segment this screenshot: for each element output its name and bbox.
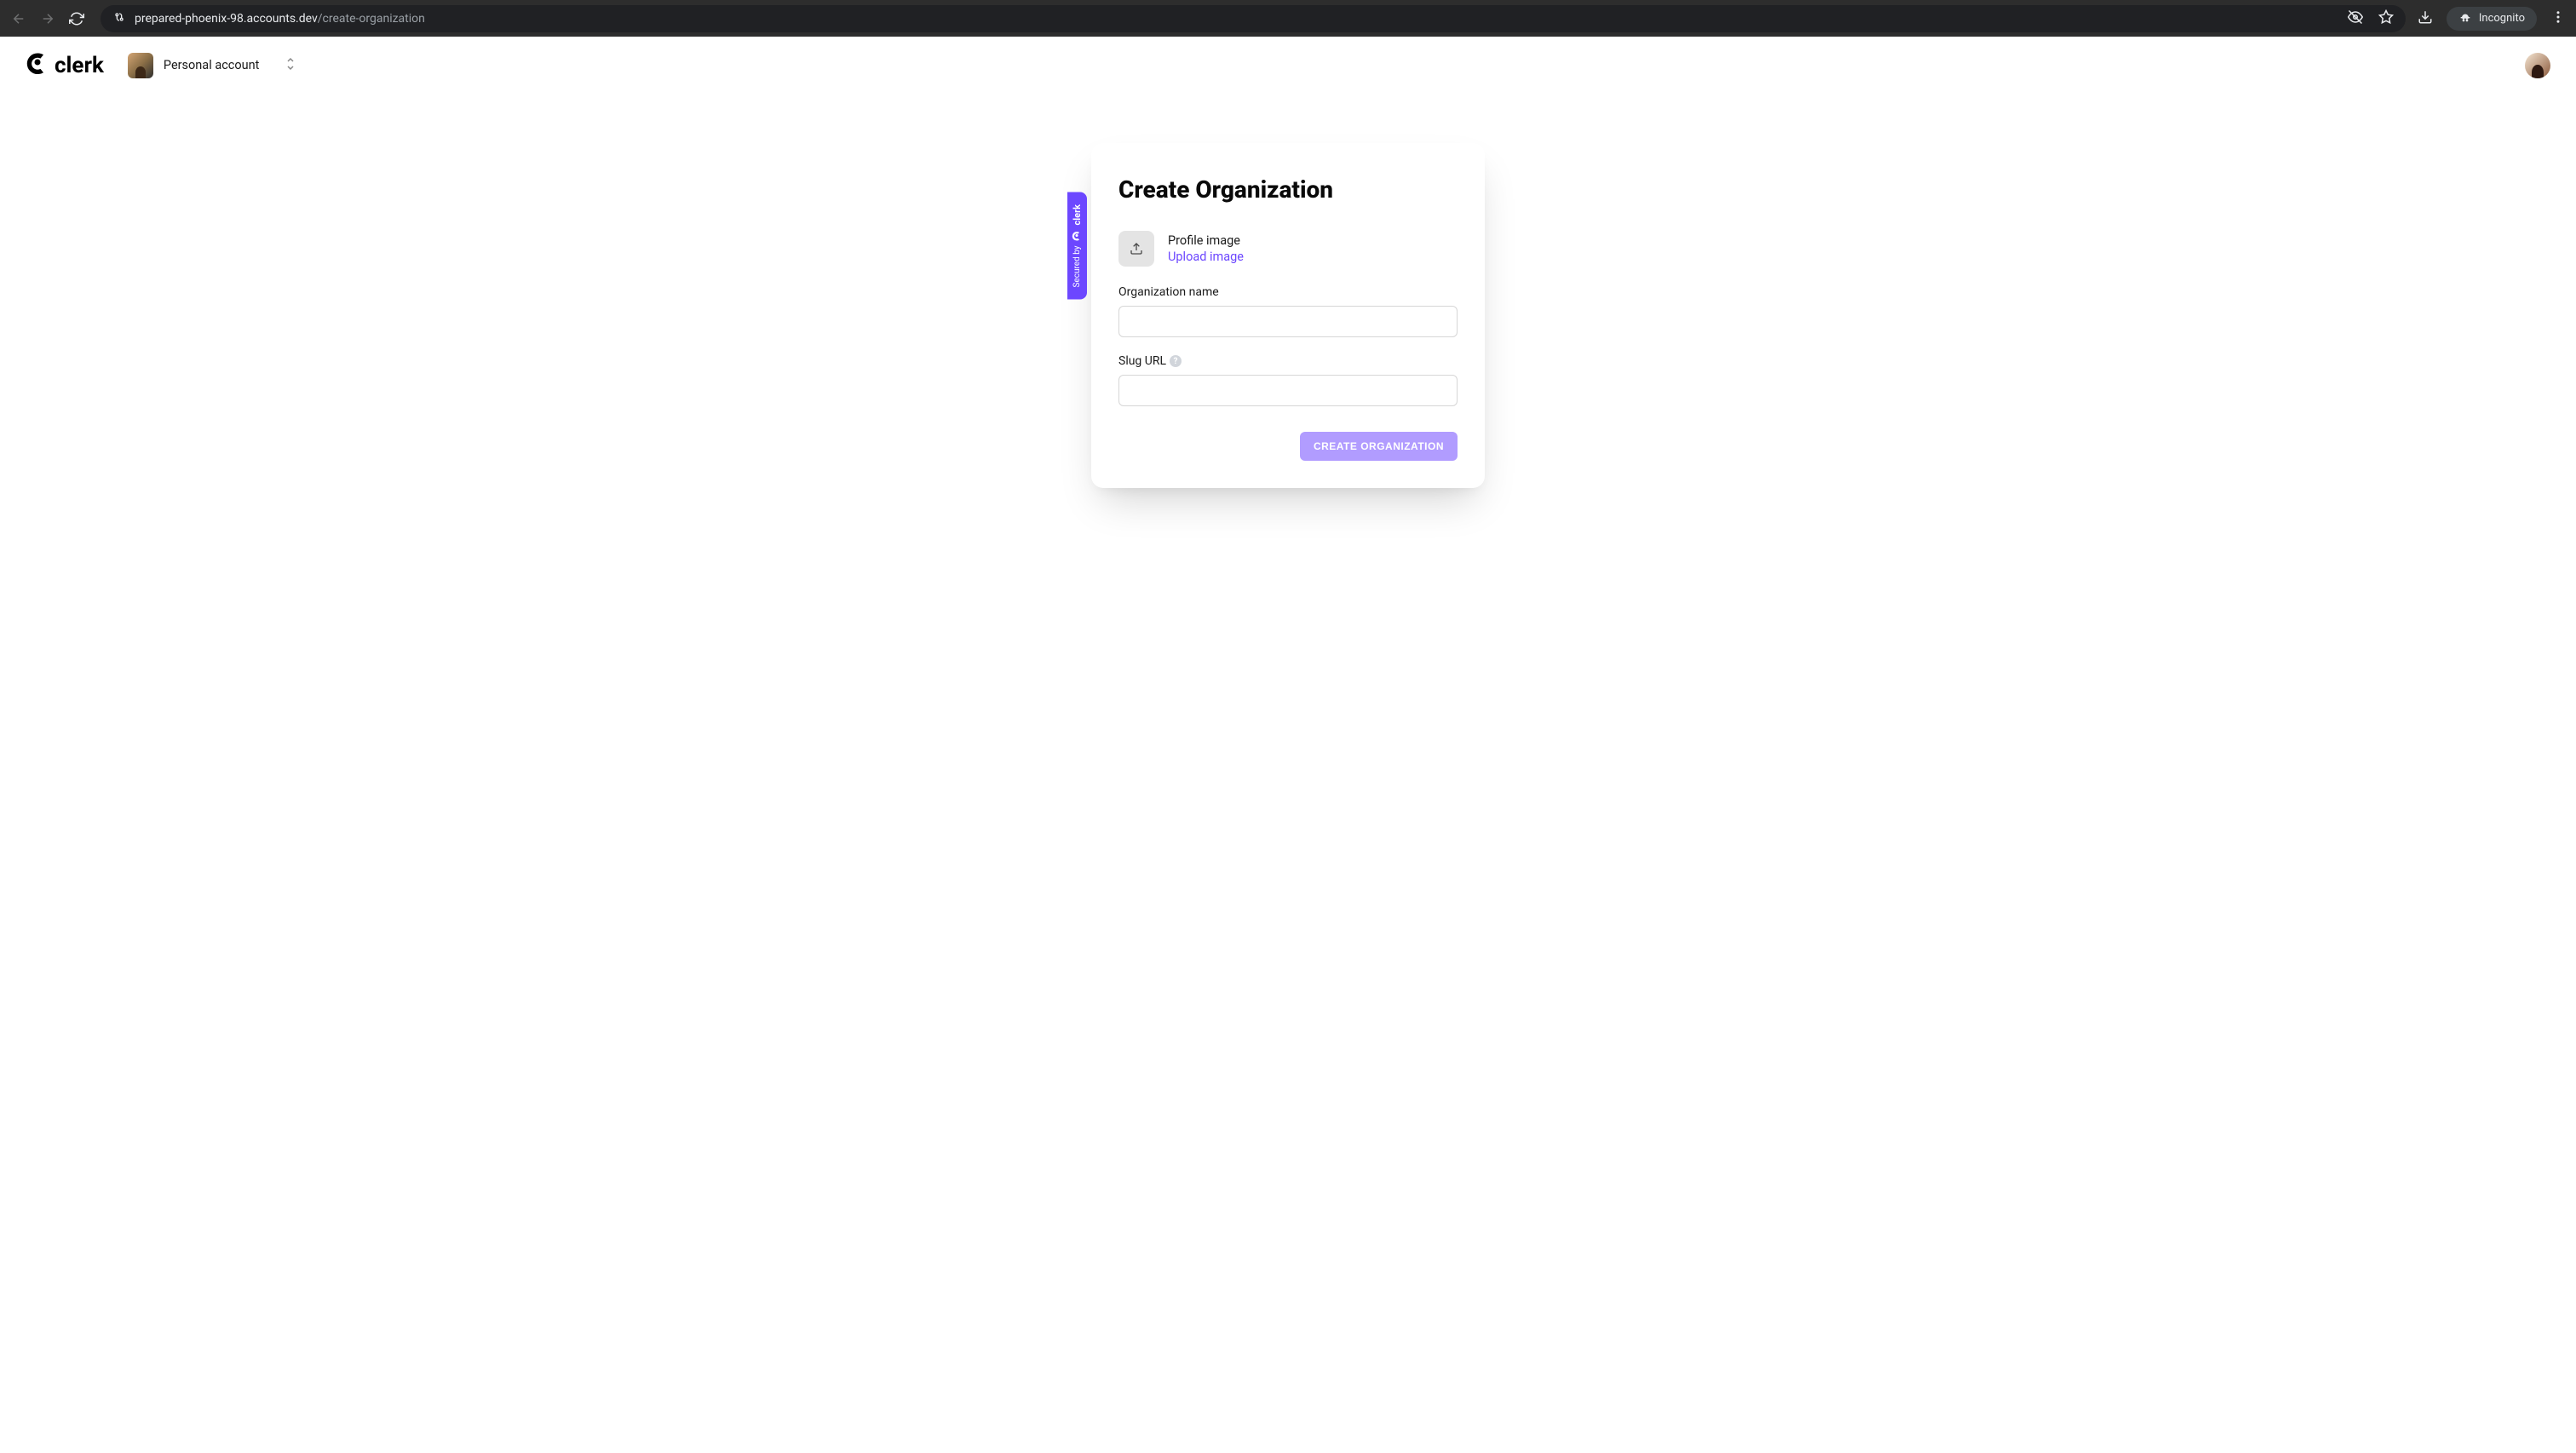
downloads-icon[interactable] xyxy=(2418,9,2433,28)
header-left: clerk Personal account xyxy=(26,50,296,80)
incognito-badge[interactable]: Incognito xyxy=(2447,7,2537,31)
user-avatar-button[interactable] xyxy=(2525,53,2550,78)
clerk-mark-icon xyxy=(1072,231,1083,241)
browser-menu-icon[interactable] xyxy=(2550,9,2566,28)
card-footer: Create Organization xyxy=(1118,432,1458,461)
main-content: Secured by clerk Create Organization Pro… xyxy=(0,94,2576,488)
browser-url-bar[interactable]: prepared-phoenix-98.accounts.dev/create-… xyxy=(101,5,2406,32)
profile-image-upload-box[interactable] xyxy=(1118,231,1154,267)
url-text: prepared-phoenix-98.accounts.dev/create-… xyxy=(135,12,425,26)
org-name-input[interactable] xyxy=(1118,306,1458,337)
url-bar-right xyxy=(2348,9,2394,28)
slug-group: Slug URL ? xyxy=(1118,354,1458,406)
clerk-logo-mark-icon xyxy=(26,50,49,80)
secured-by-text: Secured by xyxy=(1072,246,1082,288)
card-title: Create Organization xyxy=(1118,175,1458,204)
slug-label: Slug URL ? xyxy=(1118,354,1458,368)
chevron-up-down-icon xyxy=(285,56,296,75)
incognito-label: Incognito xyxy=(2479,12,2525,25)
help-icon[interactable]: ? xyxy=(1170,355,1182,367)
url-host: prepared-phoenix-98.accounts.dev xyxy=(135,12,318,26)
url-path: /create-organization xyxy=(318,12,425,26)
upload-image-link[interactable]: Upload image xyxy=(1168,250,1244,264)
org-switcher[interactable]: Personal account xyxy=(128,53,297,78)
clerk-logo-text: clerk xyxy=(55,53,104,78)
browser-forward-button[interactable] xyxy=(39,10,56,27)
browser-reload-button[interactable] xyxy=(68,10,85,27)
create-organization-card: Secured by clerk Create Organization Pro… xyxy=(1091,143,1485,488)
slug-input[interactable] xyxy=(1118,375,1458,406)
profile-image-section: Profile image Upload image xyxy=(1118,231,1458,267)
browser-right-controls: Incognito xyxy=(2418,7,2566,31)
clerk-logo[interactable]: clerk xyxy=(26,50,104,80)
third-party-cookie-icon[interactable] xyxy=(2348,9,2363,28)
org-avatar xyxy=(128,53,153,78)
slug-label-text: Slug URL xyxy=(1118,354,1166,368)
upload-icon xyxy=(1130,242,1143,256)
app-header: clerk Personal account xyxy=(0,37,2576,94)
site-settings-icon[interactable] xyxy=(112,10,126,27)
browser-chrome: prepared-phoenix-98.accounts.dev/create-… xyxy=(0,0,2576,37)
profile-image-label: Profile image xyxy=(1168,233,1244,248)
profile-image-text: Profile image Upload image xyxy=(1168,233,1244,264)
create-organization-button[interactable]: Create Organization xyxy=(1300,432,1458,461)
org-name-label: Organization name xyxy=(1118,285,1458,299)
org-name-group: Organization name xyxy=(1118,285,1458,337)
org-switcher-label: Personal account xyxy=(164,58,260,72)
browser-back-button[interactable] xyxy=(10,10,27,27)
secured-brand-text: clerk xyxy=(1072,204,1083,226)
bookmark-icon[interactable] xyxy=(2378,9,2394,28)
secured-by-clerk-tab[interactable]: Secured by clerk xyxy=(1067,192,1087,300)
browser-nav-buttons xyxy=(10,10,85,27)
